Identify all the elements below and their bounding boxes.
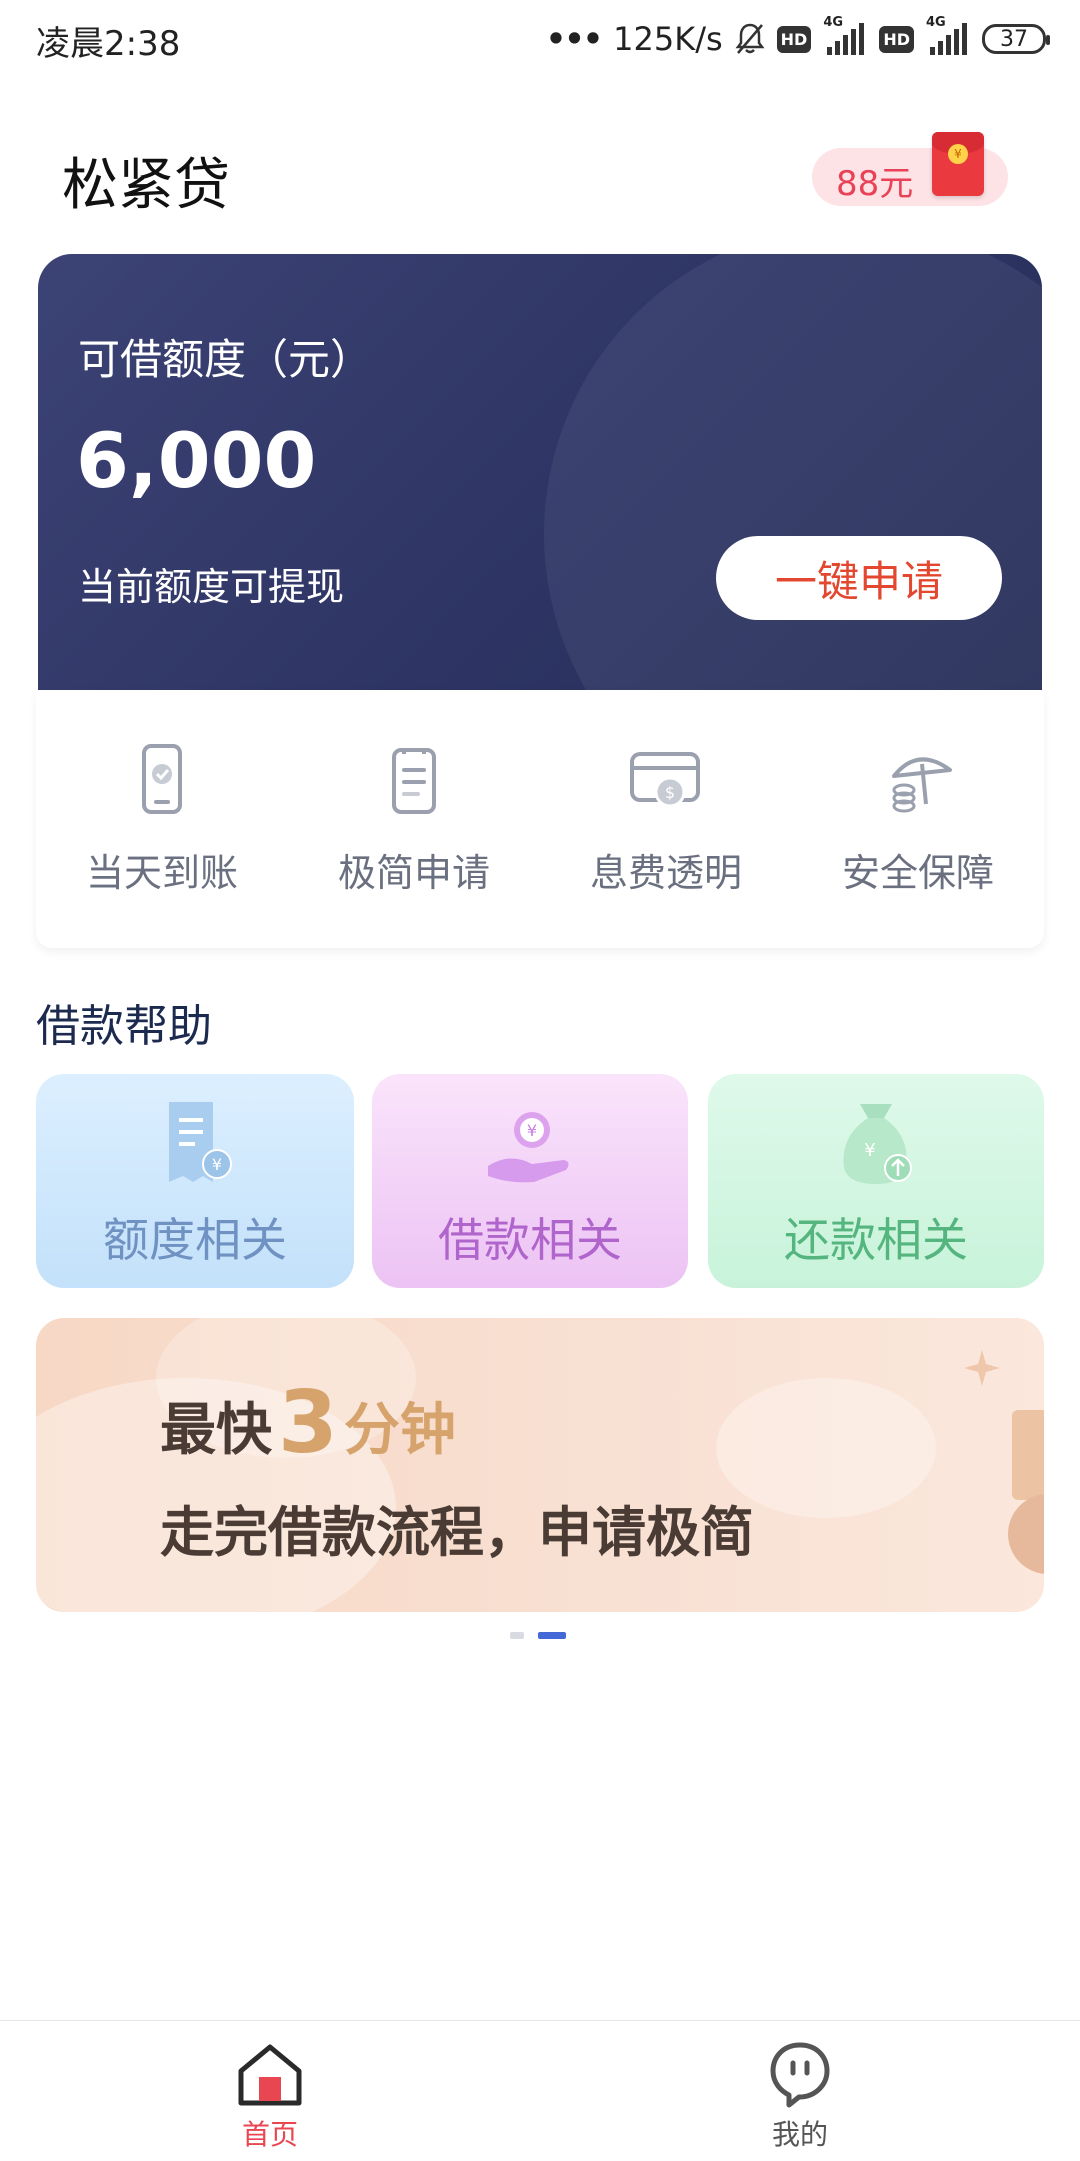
phone-check-icon	[142, 744, 182, 814]
credit-limit-card: 可借额度（元） 6,000 当前额度可提现 一键申请	[38, 254, 1042, 690]
feature-label: 极简申请	[337, 851, 490, 895]
feature-label: 安全保障	[841, 851, 994, 895]
apply-button[interactable]: 一键申请	[716, 536, 1002, 620]
umbrella-coins-icon	[892, 757, 952, 813]
banner-suffix: 分钟	[343, 1398, 456, 1463]
svg-text:¥: ¥	[212, 1155, 222, 1174]
credit-limit-label: 可借额度（元）	[78, 335, 373, 384]
signal-type-label: 4G	[823, 15, 844, 30]
banner-pager	[510, 1632, 566, 1639]
feature-list: 当天到账 极简申请 $ 息费透明 安全保障	[36, 690, 1044, 948]
tab-label: 首页	[241, 2118, 298, 2151]
red-packet-amount: 88元	[836, 164, 914, 204]
help-card-loan[interactable]: ¥ 借款相关	[372, 1074, 688, 1288]
card-decoration	[544, 254, 1042, 690]
svg-text:¥: ¥	[864, 1140, 875, 1161]
svg-text:¥: ¥	[527, 1121, 537, 1140]
help-card-repay[interactable]: ¥ 还款相关	[708, 1074, 1044, 1288]
profile-face-icon	[770, 2042, 830, 2108]
red-envelope-icon[interactable]: ¥	[932, 132, 984, 196]
banner-number: 3	[278, 1373, 338, 1473]
help-card-label: 额度相关	[103, 1213, 287, 1267]
banner-prefix: 最快	[160, 1398, 272, 1463]
hd-badge-2: HD	[879, 25, 914, 53]
document-yuan-icon: ¥	[169, 1102, 232, 1182]
feature-label: 当天到账	[85, 851, 238, 895]
tab-label: 我的	[771, 2118, 828, 2151]
signal-icon-2: 4G	[926, 15, 970, 57]
status-bar: 凌晨2:38 ••• 125K/s HD 4G HD 4G 37	[0, 0, 1080, 80]
banner-subline: 走完借款流程，申请极简	[160, 1501, 754, 1564]
app-title: 松紧贷	[62, 153, 230, 218]
more-dots-icon: •••	[545, 20, 603, 58]
clipboard-icon	[392, 748, 436, 814]
banner-decoration	[1012, 1410, 1044, 1500]
bottom-tab-bar: 首页 我的	[0, 2020, 1080, 2161]
feature-item-transparent-fees: $ 息费透明	[540, 690, 792, 948]
battery-level: 37	[1000, 26, 1028, 52]
hand-yuan-icon: ¥	[488, 1112, 569, 1183]
sparkle-icon	[964, 1350, 1000, 1386]
banner-decoration	[1008, 1494, 1044, 1574]
help-card-limit[interactable]: ¥ 额度相关	[36, 1074, 354, 1288]
feature-label: 息费透明	[589, 851, 742, 895]
promo-banner[interactable]: 最快 3 分钟 走完借款流程，申请极简	[36, 1318, 1044, 1612]
bell-muted-icon	[735, 23, 765, 54]
tab-mine[interactable]: 我的	[700, 2021, 900, 2161]
card-dollar-icon: $	[630, 752, 700, 808]
battery-icon: 37	[982, 24, 1050, 54]
status-time: 凌晨2:38	[36, 24, 181, 64]
help-card-label: 借款相关	[438, 1213, 622, 1267]
feature-item-same-day: 当天到账	[36, 690, 288, 948]
signal-type-label-2: 4G	[926, 15, 946, 30]
net-speed: 125K/s	[613, 20, 723, 58]
feature-item-simple-apply: 极简申请	[288, 690, 540, 948]
credit-limit-amount: 6,000	[76, 416, 317, 505]
credit-limit-subtext: 当前额度可提现	[78, 565, 345, 609]
help-card-label: 还款相关	[784, 1213, 968, 1267]
status-icons: ••• 125K/s HD 4G HD 4G 37	[545, 14, 1050, 64]
pager-dot[interactable]	[510, 1632, 524, 1639]
feature-item-security: 安全保障	[792, 690, 1044, 948]
money-bag-icon: ¥	[843, 1104, 912, 1184]
signal-icon: 4G	[823, 15, 867, 57]
help-section-title: 借款帮助	[36, 1001, 212, 1052]
home-icon	[238, 2044, 302, 2106]
hd-badge: HD	[776, 25, 812, 53]
banner-headline: 最快 3 分钟	[160, 1380, 456, 1466]
svg-text:$: $	[665, 783, 675, 802]
pager-dot-active[interactable]	[538, 1632, 566, 1639]
tab-home[interactable]: 首页	[170, 2021, 370, 2161]
